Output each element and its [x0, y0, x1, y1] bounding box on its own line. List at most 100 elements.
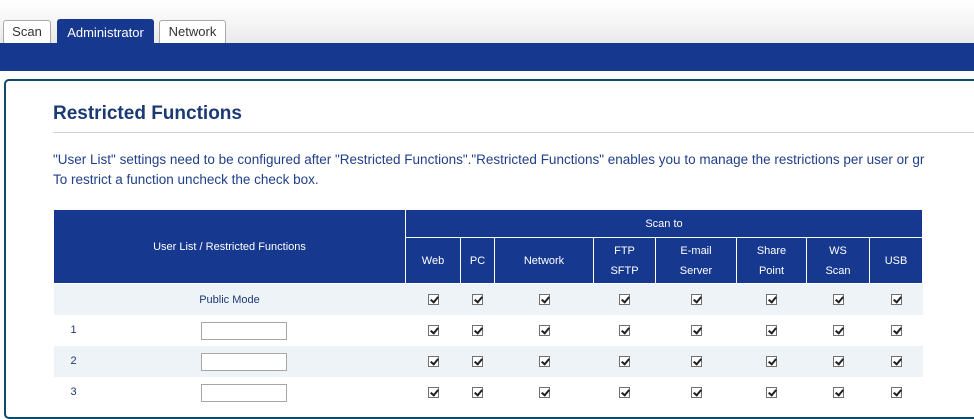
- public-mode-share-cell: [736, 283, 807, 315]
- user-1-usb-cell: [870, 315, 923, 346]
- public-mode-label: Public Mode: [53, 283, 406, 315]
- user-1-ws-cell: [807, 315, 870, 346]
- column-header-line1: Web: [421, 254, 445, 267]
- user-1-pc-checkbox[interactable]: [472, 325, 483, 337]
- row-number: 1: [70, 324, 77, 337]
- column-header-line1: PC: [469, 254, 486, 267]
- user-3-usb-cell: [870, 377, 923, 408]
- user-2-e-mail-checkbox[interactable]: [690, 356, 702, 368]
- column-header-share-point: Share Point: [736, 237, 807, 284]
- column-header-network: Network: [494, 237, 594, 284]
- column-header-pc: PC: [460, 237, 495, 284]
- user-1-e-mail-checkbox[interactable]: [690, 325, 702, 337]
- user-3-web-checkbox[interactable]: [427, 387, 439, 399]
- column-header-line1: E-mail: [680, 244, 712, 257]
- scan-to-header: Scan to: [405, 209, 923, 238]
- user-3-ws-checkbox[interactable]: [832, 387, 844, 399]
- public-mode-pc-checkbox[interactable]: [472, 294, 483, 306]
- user-3-e-mail-checkbox[interactable]: [690, 387, 702, 399]
- user-1-network-cell: [495, 315, 594, 346]
- column-header-line1: Share: [756, 244, 787, 257]
- tab-scan[interactable]: Scan: [3, 20, 51, 43]
- table-row-public-mode: Public Mode: [53, 283, 923, 315]
- public-mode-pc-cell: [460, 283, 495, 315]
- user-1-web-cell: [406, 315, 461, 346]
- description-line-1: "User List" settings need to be configur…: [53, 152, 925, 167]
- user-2-web-checkbox[interactable]: [427, 356, 439, 368]
- user-1-web-checkbox[interactable]: [427, 325, 439, 337]
- user-3-pc-cell: [461, 377, 495, 408]
- public-mode-network-cell: [494, 283, 594, 315]
- user-2-network-checkbox[interactable]: [538, 356, 550, 368]
- public-mode-e-mail-checkbox[interactable]: [690, 294, 702, 306]
- user-3-share-checkbox[interactable]: [766, 387, 777, 399]
- user-2-ws-checkbox[interactable]: [832, 356, 844, 368]
- public-mode-web-checkbox[interactable]: [427, 294, 439, 306]
- user-2-e-mail-cell: [655, 346, 737, 377]
- public-mode-share-checkbox[interactable]: [766, 294, 777, 306]
- user-2-share-cell: [736, 346, 807, 377]
- column-header-ftp-sftp: FTP SFTP: [593, 237, 656, 284]
- user-2-share-checkbox[interactable]: [766, 356, 777, 368]
- column-header-ws-scan: WS Scan: [806, 237, 870, 284]
- user-1-share-checkbox[interactable]: [766, 325, 777, 337]
- user-3-network-cell: [495, 377, 594, 408]
- user-2-pc-checkbox[interactable]: [472, 356, 483, 368]
- public-mode-usb-cell: [869, 283, 923, 315]
- column-header-line2: Server: [679, 264, 713, 277]
- tab-administrator[interactable]: Administrator: [57, 19, 154, 44]
- user-cell: 3: [54, 377, 406, 408]
- public-mode-ftp-checkbox[interactable]: [619, 294, 630, 306]
- table-row: 1: [54, 315, 923, 346]
- sub-navigation-bar: [0, 43, 974, 71]
- restricted-functions-table: User List / Restricted Functions Scan to…: [53, 209, 923, 408]
- user-1-e-mail-cell: [656, 315, 737, 346]
- column-header-line2: SFTP: [610, 264, 639, 277]
- column-header-web: Web: [405, 237, 461, 284]
- column-header-line2: Point: [758, 264, 785, 277]
- user-name-input[interactable]: [200, 383, 287, 402]
- user-3-e-mail-cell: [656, 377, 737, 408]
- user-2-usb-checkbox[interactable]: [890, 356, 902, 368]
- user-1-network-checkbox[interactable]: [538, 325, 550, 337]
- public-mode-usb-checkbox[interactable]: [890, 294, 902, 306]
- user-name-input[interactable]: [200, 352, 287, 371]
- row-number: 2: [70, 355, 77, 368]
- user-2-usb-cell: [869, 346, 923, 377]
- public-mode-e-mail-cell: [655, 283, 737, 315]
- user-3-pc-checkbox[interactable]: [472, 387, 483, 399]
- user-1-ftp-checkbox[interactable]: [619, 325, 630, 337]
- user-3-usb-checkbox[interactable]: [890, 387, 902, 399]
- user-1-pc-cell: [461, 315, 495, 346]
- description-line-2: To restrict a function uncheck the check…: [53, 172, 319, 187]
- row-number: 3: [70, 386, 77, 399]
- user-1-usb-checkbox[interactable]: [890, 325, 902, 337]
- user-list-header: User List / Restricted Functions: [53, 209, 406, 284]
- user-1-ws-checkbox[interactable]: [832, 325, 844, 337]
- public-mode-ws-checkbox[interactable]: [832, 294, 844, 306]
- column-header-line1: WS: [829, 244, 847, 257]
- tab-network[interactable]: Network: [159, 20, 226, 43]
- user-2-ftp-cell: [593, 346, 656, 377]
- user-2-web-cell: [405, 346, 461, 377]
- user-name-input[interactable]: [200, 321, 287, 340]
- public-mode-web-cell: [405, 283, 461, 315]
- page-title: Restricted Functions: [53, 103, 242, 124]
- user-3-ftp-cell: [594, 377, 656, 408]
- public-mode-ftp-cell: [593, 283, 656, 315]
- column-header-usb: USB: [869, 237, 923, 284]
- user-3-network-checkbox[interactable]: [538, 387, 550, 399]
- column-header-line2: Scan: [825, 264, 851, 277]
- user-3-web-cell: [406, 377, 461, 408]
- column-header-e-mail-server: E-mail Server: [655, 237, 737, 284]
- public-mode-network-checkbox[interactable]: [538, 294, 550, 306]
- user-3-share-cell: [737, 377, 807, 408]
- column-header-line1: USB: [884, 254, 908, 267]
- user-3-ftp-checkbox[interactable]: [619, 387, 630, 399]
- column-header-line1: Network: [523, 254, 565, 267]
- user-2-ftp-checkbox[interactable]: [619, 356, 630, 368]
- table-row: 2: [53, 346, 923, 377]
- user-2-network-cell: [494, 346, 594, 377]
- user-3-ws-cell: [807, 377, 870, 408]
- column-header-line1: FTP: [614, 244, 635, 257]
